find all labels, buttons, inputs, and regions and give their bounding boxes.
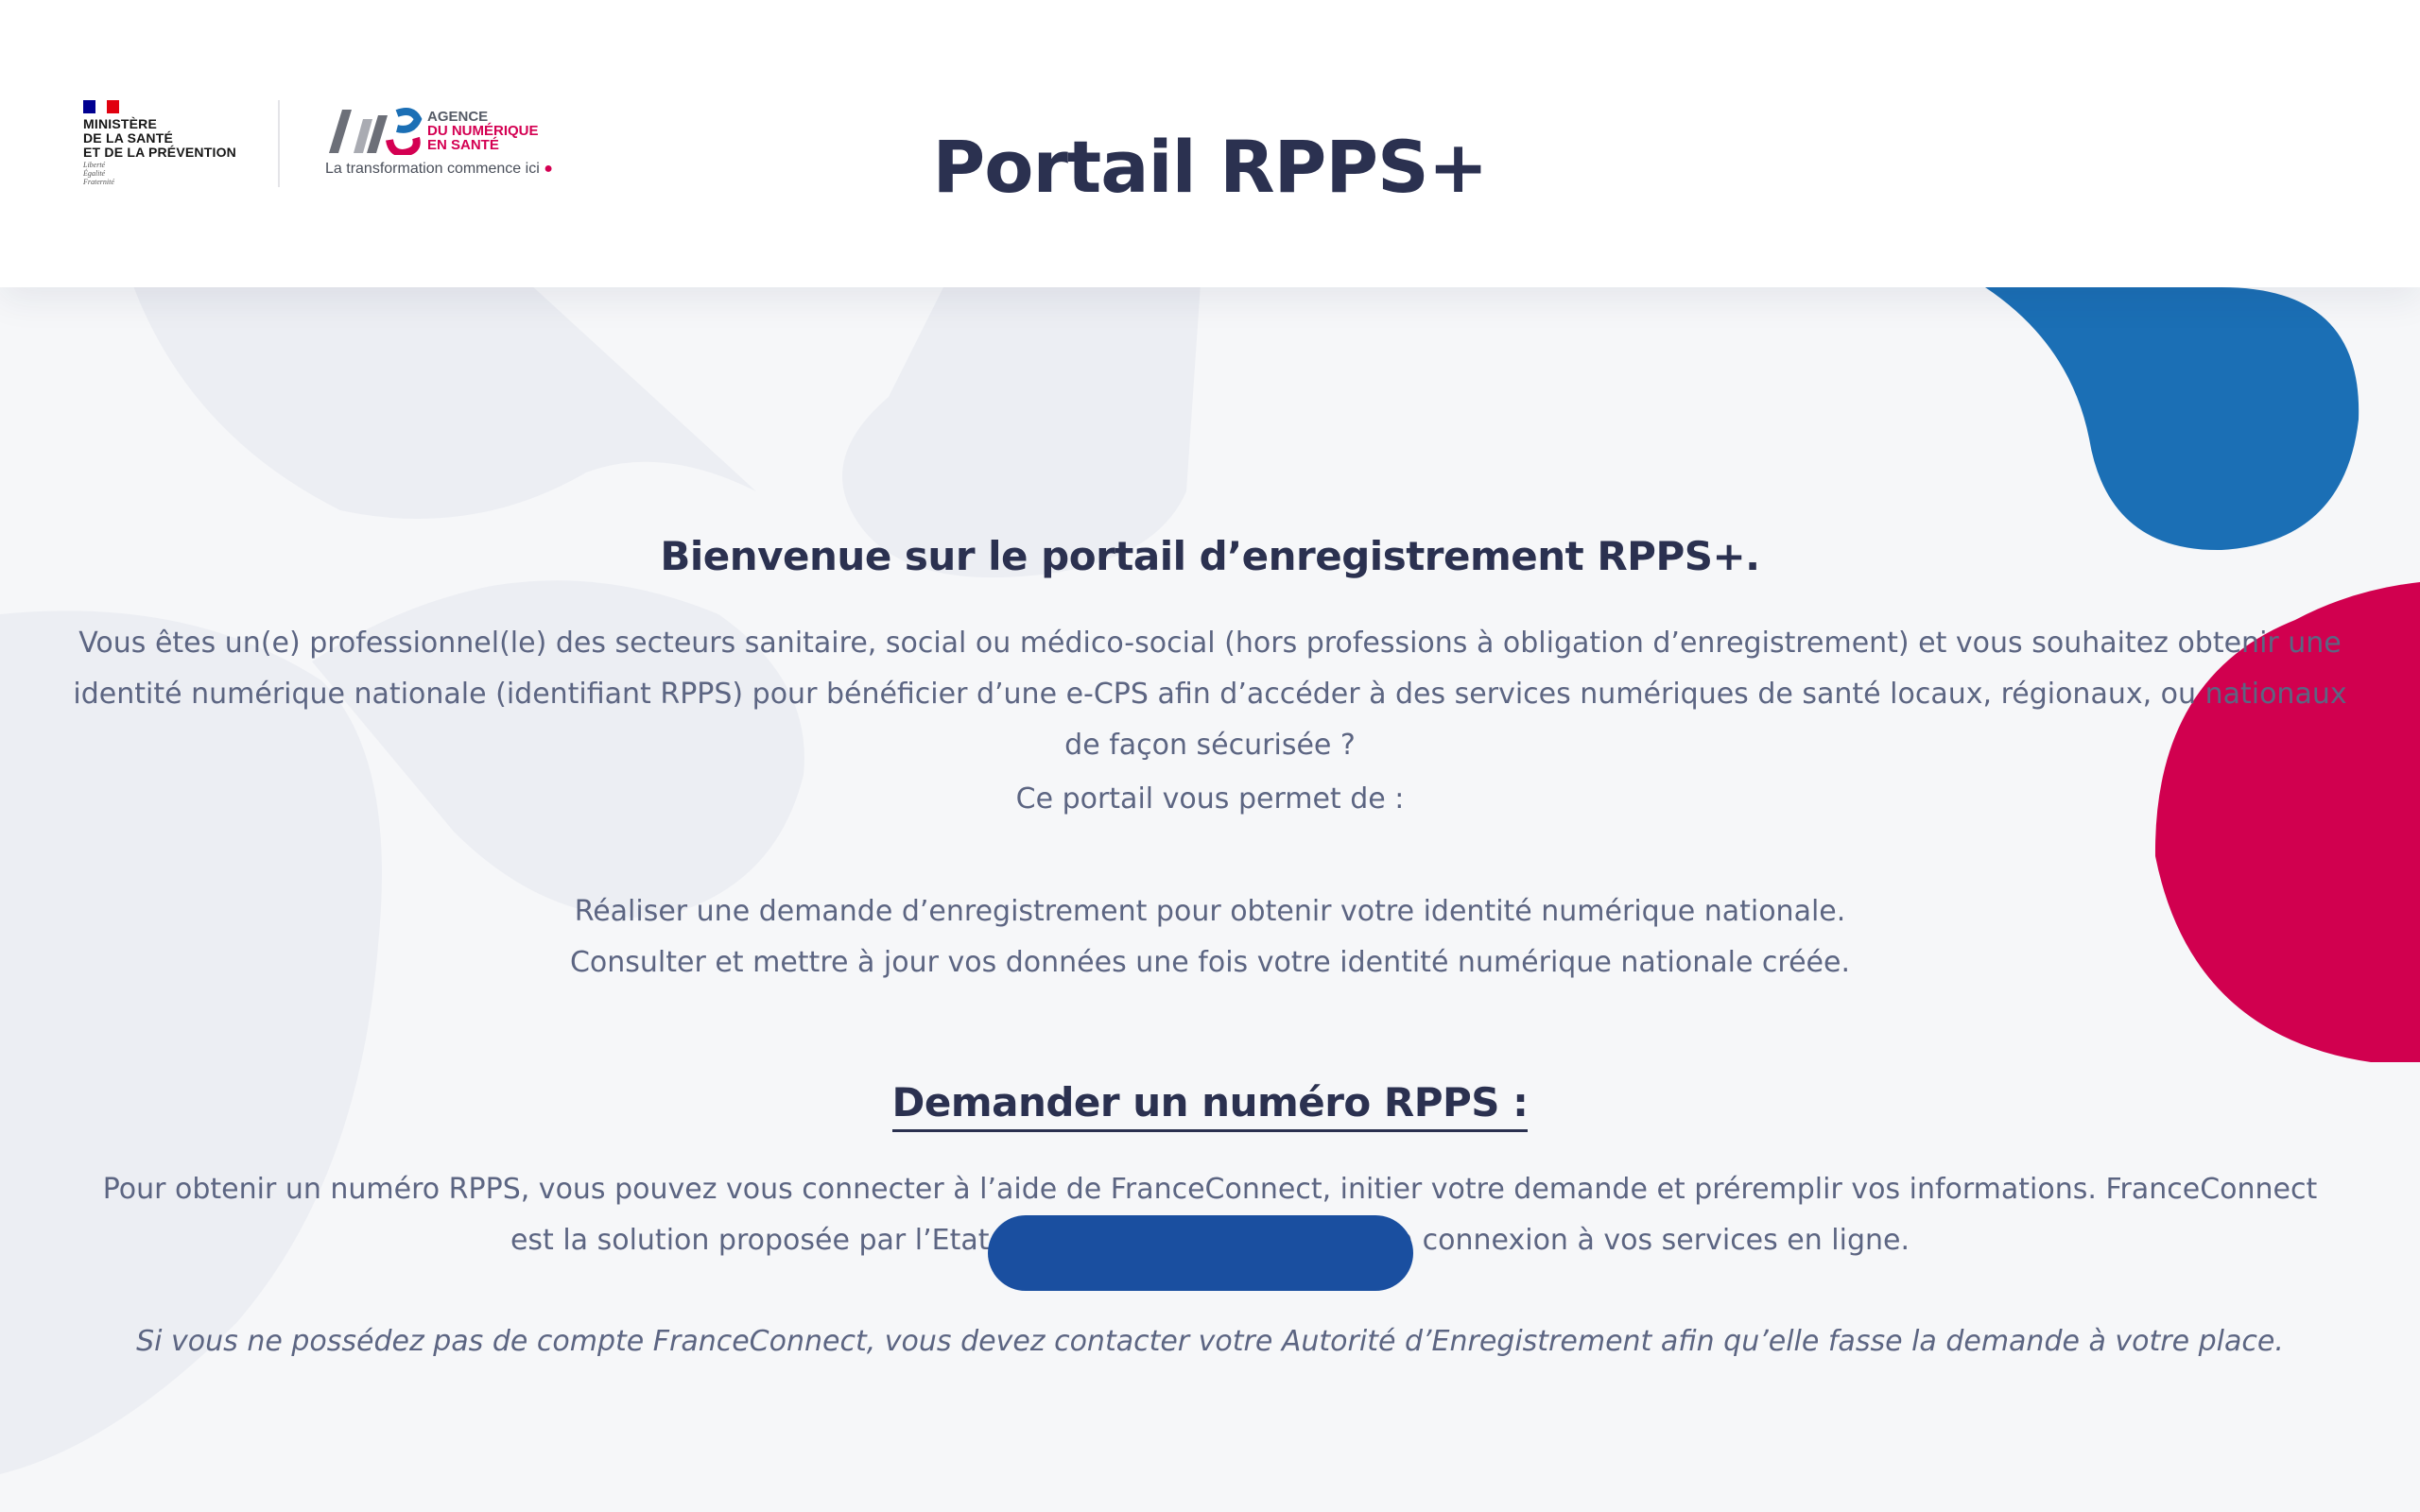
portal-lead-text: Ce portail vous permet de : [1015,782,1405,816]
site-header: MINISTÈRE DE LA SANTÉ ET DE LA PRÉVENTIO… [0,0,2420,287]
main-content: Bienvenue sur le portail d’enregistremen… [0,287,2420,1512]
no-account-note: Si vous ne possédez pas de compte France… [136,1325,2284,1358]
welcome-heading: Bienvenue sur le portail d’enregistremen… [660,533,1760,579]
french-flag-icon [83,100,120,113]
intro-paragraph: Vous êtes un(e) professionnel(le) des se… [73,627,2347,762]
list-item: Consulter et mettre à jour vos données u… [569,946,1851,979]
franceconnect-button[interactable] [988,1215,1413,1291]
list-item: Réaliser une demande d’enregistrement po… [574,895,1846,928]
page-title: Portail RPPS+ [932,125,1489,209]
request-heading-wrap: Demander un numéro RPPS : [0,1079,2420,1132]
features-list: Réaliser une demande d’enregistrement po… [0,886,2420,988]
request-heading: Demander un numéro RPPS : [891,1079,1529,1132]
